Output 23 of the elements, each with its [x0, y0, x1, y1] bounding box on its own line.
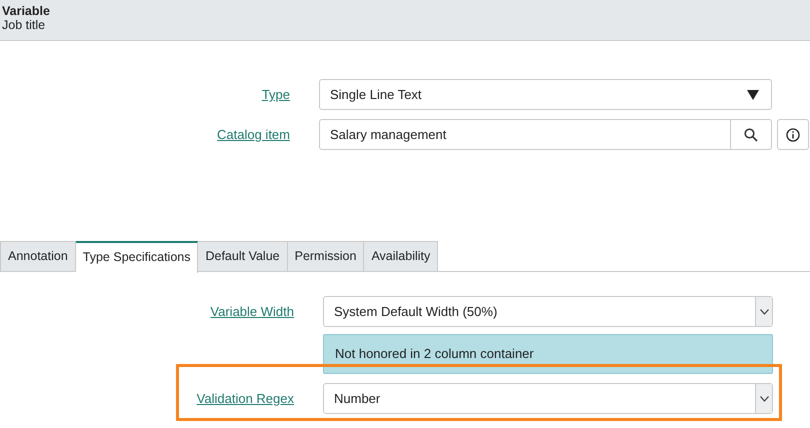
chevron-down-icon [760, 396, 768, 402]
header-subtitle: Job title [2, 18, 46, 32]
header-title: Variable [2, 4, 51, 18]
field-label-link[interactable]: Validation Regex [196, 391, 294, 406]
reference-field[interactable]: Salary management [319, 119, 731, 150]
field-label-link[interactable]: Variable Width [210, 304, 294, 319]
field-label-link[interactable]: Catalog item [217, 127, 290, 142]
search-icon [744, 128, 758, 142]
info-icon [786, 128, 800, 142]
info-message: Not honored in 2 column container [323, 334, 773, 374]
dropdown-triangle-icon [747, 90, 759, 100]
field-label-link[interactable]: Type [262, 87, 290, 102]
choice-select[interactable]: System Default Width (50%) [323, 296, 773, 327]
chevron-down-icon [760, 308, 768, 314]
choice-select[interactable]: Number [323, 383, 773, 414]
search-button[interactable] [731, 119, 772, 150]
type-select[interactable]: Single Line Text [319, 79, 772, 110]
info-button[interactable] [777, 119, 809, 150]
tab[interactable]: Annotation [0, 241, 76, 271]
tab[interactable]: Availability [364, 241, 438, 271]
tab[interactable]: Permission [288, 241, 364, 271]
tab[interactable]: Default Value [198, 241, 288, 271]
tab[interactable]: Type Specifications [76, 241, 198, 273]
